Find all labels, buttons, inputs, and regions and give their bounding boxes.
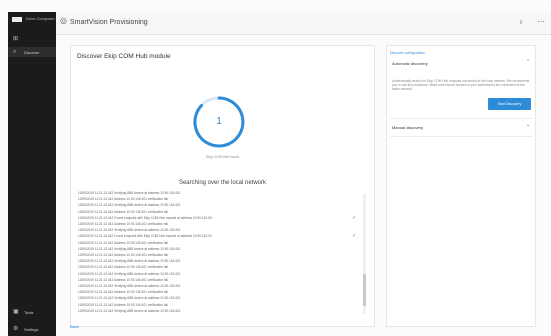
chevron-up-icon[interactable]: ⌃ xyxy=(526,60,530,65)
log-line: 13/06/2019 11:21:13.442 Verifying ABB de… xyxy=(78,191,181,195)
log-line: 13/06/2019 11:21:13.442 Verifying ABB de… xyxy=(78,259,181,264)
automatic-discovery-description: Automatically search for Ekip COM Hub mo… xyxy=(392,79,530,92)
app-frame: Drive Composer ⊞ ⌕ Discover ▣ Tools ⚙ Se… xyxy=(0,0,551,336)
log-line: 13/06/2019 11:21:13.442 Address 10.90.14… xyxy=(78,302,168,307)
brand-label: Drive Composer xyxy=(26,16,55,21)
grid-icon: ⊞ xyxy=(13,36,19,42)
log-line: 13/06/2019 11:21:13.442 Verifying ABB de… xyxy=(78,296,181,301)
log-line: 13/06/2019 11:21:13.442 Address 10.90.14… xyxy=(78,197,168,202)
found-count-indicator: 1 xyxy=(189,92,249,152)
log-line: 13/06/2019 11:21:13.442 Verifying ABB de… xyxy=(78,246,181,251)
check-icon: ✓ xyxy=(352,214,357,221)
log-line: 13/06/2019 11:21:13.442 Verifying ABB de… xyxy=(78,308,181,313)
check-icon: ✓ xyxy=(352,233,357,240)
sidebar-item-label: Settings xyxy=(24,327,39,332)
app-icon: ◎ xyxy=(60,16,67,25)
manual-discovery-title[interactable]: Manual discovery xyxy=(392,125,423,130)
log-line: 13/06/2019 11:21:13.442 Address 10.90.14… xyxy=(78,265,168,270)
sidebar-item-settings[interactable]: ⚙ Settings xyxy=(8,324,56,334)
log-line: 13/06/2019 11:21:13.442 Found endpoint w… xyxy=(78,215,212,220)
sidebar: Drive Composer ⊞ ⌕ Discover ▣ Tools ⚙ Se… xyxy=(8,12,56,336)
sidebar-item-label: Tools xyxy=(24,310,34,315)
window-title: SmartVision Provisioning xyxy=(70,19,148,26)
sidebar-item-discover[interactable]: ⌕ Discover xyxy=(8,47,56,57)
page-title: Discover Ekip COM Hub module xyxy=(77,53,171,60)
log-scrollbar-thumb[interactable] xyxy=(363,274,366,306)
discovery-card: Discover Ekip COM Hub module 1 Ekip COM … xyxy=(70,45,375,327)
chevron-down-icon[interactable]: ⌄ xyxy=(526,123,530,128)
log-line: 13/06/2019 11:21:13.442 Address 10.90.14… xyxy=(78,277,168,282)
abb-logo xyxy=(12,17,22,22)
discovery-config-panel: Discover configuration Automatic discove… xyxy=(386,45,536,327)
sidebar-item-home[interactable]: ⊞ xyxy=(8,34,56,44)
log-line: 13/06/2019 11:21:13.442 Verifying ABB de… xyxy=(78,228,181,233)
log-line: 13/06/2019 11:21:13.442 Address 10.90.14… xyxy=(78,290,168,295)
log-line: 13/06/2019 11:21:13.442 Verifying ABB de… xyxy=(78,271,181,276)
more-icon[interactable]: ⋯ xyxy=(537,18,545,26)
back-link[interactable]: Back xyxy=(70,324,79,329)
panel-header: Discover configuration xyxy=(390,51,425,55)
found-caption: Ekip COM Hub found xyxy=(205,155,240,159)
search-icon: ⌕ xyxy=(13,49,17,55)
log-line: 13/06/2019 11:21:13.442 Address 10.90.14… xyxy=(78,253,168,257)
log-line: 13/06/2019 11:21:13.442 Verifying ABB de… xyxy=(78,203,181,208)
log-line: 13/06/2019 11:21:13.442 Verifying ABB de… xyxy=(78,284,181,288)
sidebar-item-tools[interactable]: ▣ Tools xyxy=(8,307,56,317)
help-icon[interactable]: ♁ xyxy=(518,18,524,26)
log-line: 13/06/2019 11:21:13.442 Found endpoint w… xyxy=(78,234,212,239)
sidebar-item-label: Discover xyxy=(24,50,40,55)
discovery-log[interactable]: 13/06/2019 11:21:13.442 Verifying ABB de… xyxy=(78,191,368,319)
section-divider xyxy=(390,118,532,119)
gear-icon: ⚙ xyxy=(13,326,19,332)
tools-icon: ▣ xyxy=(13,309,19,315)
log-line: 13/06/2019 11:21:13.442 Address 10.90.14… xyxy=(78,222,168,226)
log-line: 13/06/2019 11:21:13.442 Address 10.90.14… xyxy=(78,209,168,214)
found-count: 1 xyxy=(216,116,222,127)
section-divider xyxy=(390,136,532,137)
start-discovery-button[interactable]: Start Discovery xyxy=(488,98,531,110)
top-bar: ◎ SmartVision Provisioning ♁ ⋯ xyxy=(56,12,551,35)
log-line: 13/06/2019 11:21:13.442 Address 10.90.14… xyxy=(78,240,168,245)
search-status: Searching over the local network xyxy=(178,180,267,186)
automatic-discovery-title[interactable]: Automatic discovery xyxy=(392,61,428,66)
